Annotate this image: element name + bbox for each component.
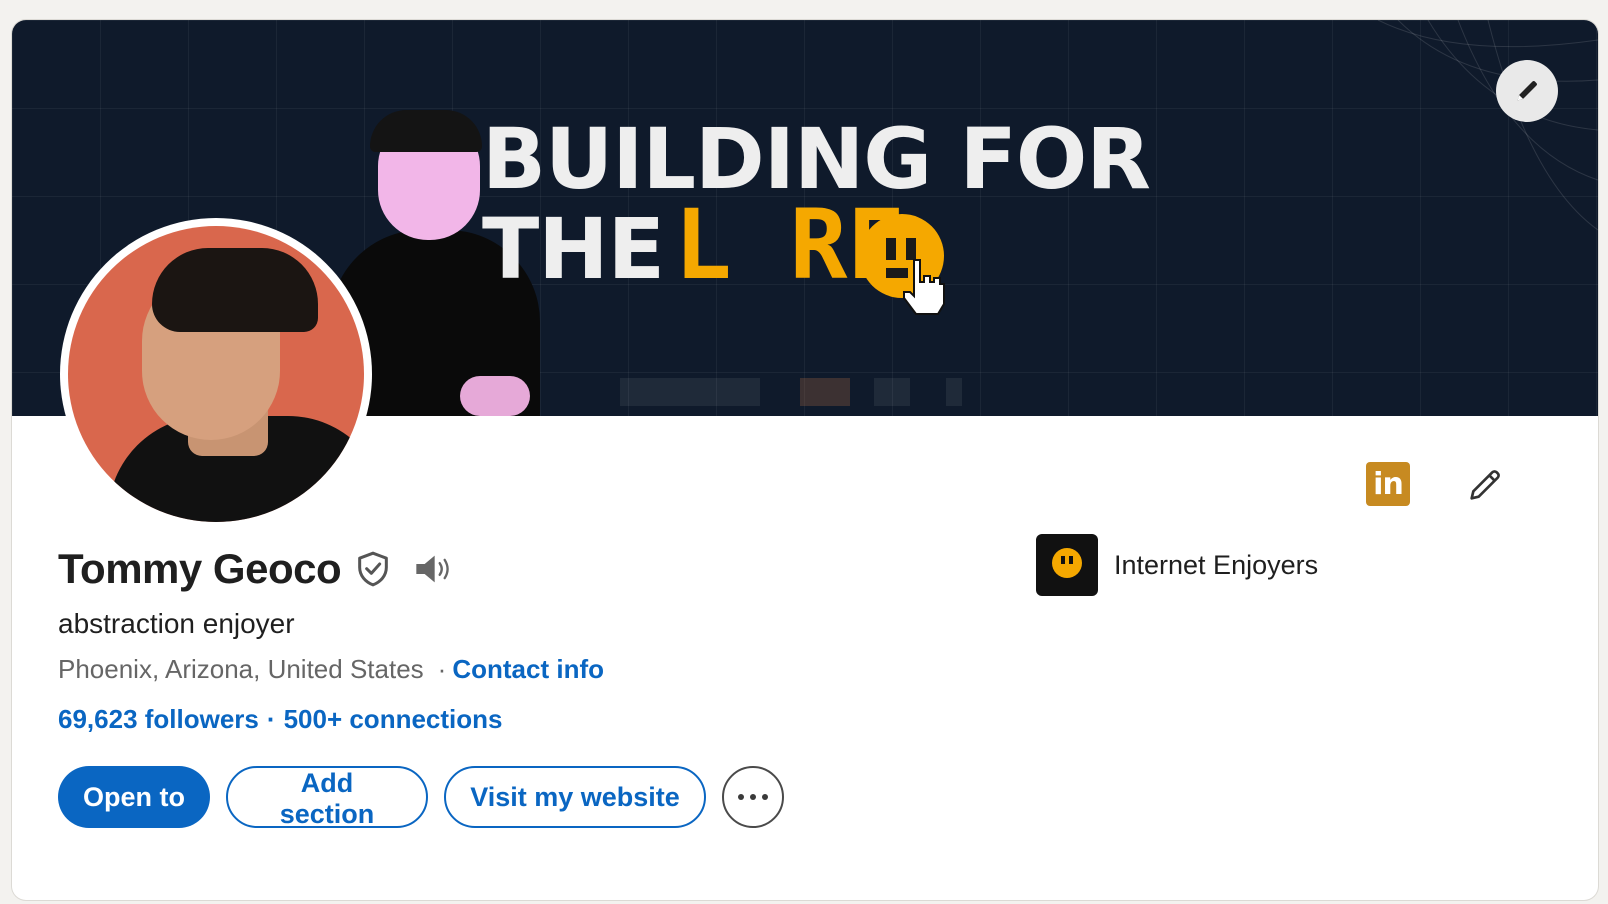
location-separator: · <box>437 654 447 684</box>
linkedin-badge-icon[interactable]: in <box>1366 462 1410 506</box>
profile-headline: abstraction enjoyer <box>58 608 295 639</box>
banner-title: BUILDING FOR THE L RE <box>482 116 1151 301</box>
verified-shield-icon[interactable] <box>353 548 395 590</box>
followers-link[interactable]: 69,623 followers <box>58 704 259 735</box>
company-logo <box>1036 534 1098 596</box>
visit-website-button[interactable]: Visit my website <box>444 766 706 828</box>
profile-card: BUILDING FOR THE L RE in Tommy Geoco abs… <box>12 20 1598 900</box>
current-company[interactable]: Internet Enjoyers <box>1036 534 1318 596</box>
network-separator: · <box>266 704 276 734</box>
edit-intro-button[interactable] <box>1460 460 1510 510</box>
company-name: Internet Enjoyers <box>1114 549 1319 580</box>
add-section-button[interactable]: Add section <box>226 766 428 829</box>
pencil-icon <box>1517 81 1537 101</box>
edit-banner-button[interactable] <box>1496 60 1558 122</box>
banner-hand-cursor-icon <box>903 259 945 315</box>
profile-photo[interactable] <box>60 218 372 530</box>
location-row: Phoenix, Arizona, United States · Contac… <box>58 654 604 685</box>
profile-actions: Open to Add section Visit my website <box>58 766 784 829</box>
network-row: 69,623 followers · 500+ connections <box>58 704 502 735</box>
speaker-icon[interactable] <box>411 548 457 590</box>
banner-blocks <box>620 378 980 414</box>
banner-title-line2: THE L RE <box>482 189 906 301</box>
contact-info-link[interactable]: Contact info <box>452 654 604 685</box>
name-row: Tommy Geoco <box>58 542 457 596</box>
profile-location: Phoenix, Arizona, United States <box>58 654 424 684</box>
open-to-button[interactable]: Open to <box>58 766 210 828</box>
profile-name: Tommy Geoco <box>58 545 342 592</box>
connections-link[interactable]: 500+ connections <box>284 704 503 735</box>
pencil-icon <box>1470 470 1500 500</box>
more-actions-button[interactable] <box>722 766 784 828</box>
banner-decorative-lines <box>1377 20 1598 231</box>
more-dots-icon <box>738 794 744 800</box>
